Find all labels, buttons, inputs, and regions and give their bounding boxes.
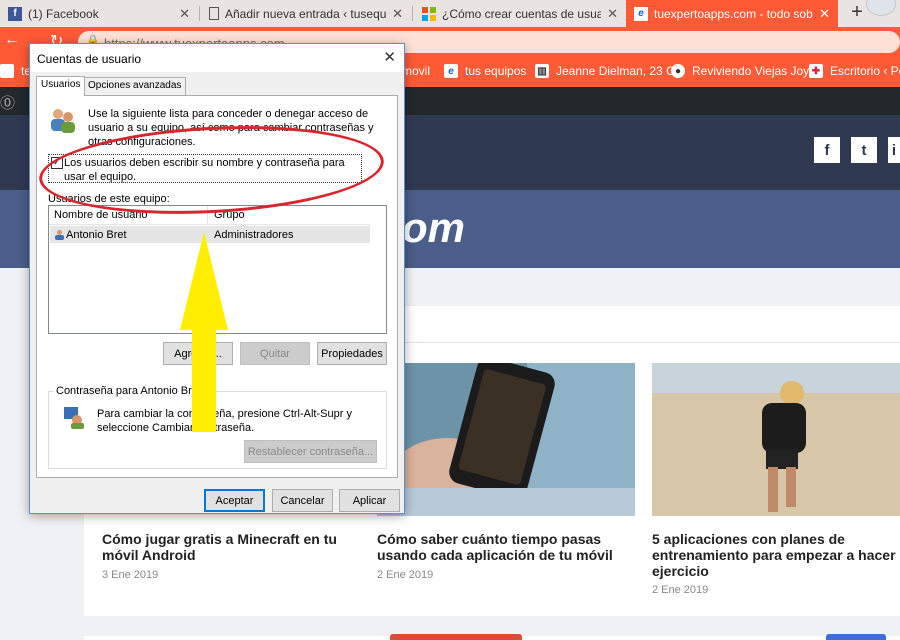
apply-button[interactable]: Aplicar	[339, 489, 400, 512]
bookmark-label: movil	[402, 64, 431, 78]
tab-opciones-avanzadas[interactable]: Opciones avanzadas	[83, 77, 187, 95]
page-icon	[209, 7, 219, 20]
bookmark-label: Reviviendo Viejas Joy	[692, 64, 810, 78]
bookmark-item[interactable]: ▥ Jeanne Dielman, 23 C	[535, 64, 675, 78]
facebook-icon[interactable]: f	[814, 137, 840, 163]
users-icon	[51, 109, 75, 133]
microsoft-icon	[422, 6, 436, 21]
bookmark-item[interactable]: ● Reviviendo Viejas Joy	[671, 64, 809, 78]
close-icon[interactable]: ✕	[819, 6, 830, 22]
dialog-titlebar[interactable]: Cuentas de usuario ✕	[30, 44, 404, 72]
ok-button[interactable]: Aceptar	[204, 489, 265, 512]
tab-title: tuexpertoapps.com - todo sobre	[654, 6, 814, 21]
browser-tab[interactable]: ¿Cómo crear cuentas de usuario ✕	[414, 0, 626, 27]
article-thumbnail-phone[interactable]	[377, 363, 635, 516]
article-thumbnail-beach[interactable]	[652, 363, 900, 516]
dialog-title: Cuentas de usuario	[37, 52, 142, 66]
bookmark-item[interactable]: e tus equipos	[444, 64, 526, 78]
category-tag	[390, 634, 522, 640]
record-icon: ●	[671, 64, 685, 78]
article-date: 2 Ene 2019	[652, 584, 709, 596]
site-logo-text: om	[402, 204, 465, 251]
browser-tab-active[interactable]: e tuexpertoapps.com - todo sobre ✕	[626, 0, 838, 27]
close-icon[interactable]: ✕	[179, 6, 190, 22]
remove-user-button[interactable]: Quitar	[240, 342, 310, 365]
tab-usuarios[interactable]: Usuarios	[36, 76, 86, 96]
properties-button[interactable]: Propiedades	[317, 342, 387, 365]
article-title[interactable]: Cómo jugar gratis a Minecraft en tu móvi…	[102, 531, 352, 563]
article-title[interactable]: 5 aplicaciones con planes de entrenamien…	[652, 531, 900, 579]
new-tab-button[interactable]: +	[846, 2, 868, 24]
profile-avatar[interactable]	[866, 0, 896, 16]
user-name: Antonio Bret	[66, 229, 127, 241]
close-icon[interactable]: ✕	[607, 6, 618, 22]
divider	[376, 342, 900, 343]
wordpress-icon[interactable]: ⓪	[0, 92, 15, 113]
article-date: 3 Ene 2019	[102, 569, 159, 581]
facebook-icon: f	[8, 6, 22, 21]
close-icon[interactable]: ✕	[392, 6, 403, 22]
puzzle-icon: ✚	[809, 64, 823, 78]
bookmark-icon	[0, 64, 14, 78]
browser-tab[interactable]: Añadir nueva entrada ‹ tusequipos ✕	[201, 0, 411, 27]
bookmark-item[interactable]: ✚ Escritorio ‹ Port	[809, 64, 900, 78]
twitter-icon[interactable]: t	[851, 137, 877, 163]
tab-divider	[199, 6, 200, 21]
cancel-button[interactable]: Cancelar	[272, 489, 333, 512]
user-icon	[55, 230, 64, 240]
highlight-arrow	[180, 232, 228, 432]
instagram-icon[interactable]: i	[888, 137, 900, 163]
tab-title: ¿Cómo crear cuentas de usuario	[442, 6, 602, 21]
building-icon: ▥	[535, 64, 549, 78]
back-icon[interactable]: ←	[4, 31, 20, 49]
reset-password-button[interactable]: Restablecer contraseña...	[244, 440, 377, 463]
article-title[interactable]: Cómo saber cuánto tiempo pasas usando ca…	[377, 531, 627, 563]
tab-title: (1) Facebook	[28, 6, 99, 21]
browser-tab[interactable]: f (1) Facebook ✕	[0, 0, 198, 27]
tab-title: Añadir nueva entrada ‹ tusequipos	[225, 6, 387, 21]
ie-icon: e	[444, 64, 458, 78]
bookmark-label: Jeanne Dielman, 23 C	[556, 64, 675, 78]
ie-icon: e	[634, 6, 648, 21]
password-instructions: Para cambiar la contraseña, presione Ctr…	[97, 408, 352, 434]
bookmark-label: tus equipos	[465, 64, 527, 78]
close-icon[interactable]: ✕	[383, 48, 396, 66]
bookmark-item[interactable]: movil	[402, 64, 430, 78]
user-password-icon	[64, 407, 84, 429]
category-tag	[826, 634, 886, 640]
bookmark-label: Escritorio ‹ Port	[830, 64, 900, 78]
tab-divider	[412, 6, 413, 21]
article-date: 2 Ene 2019	[377, 569, 434, 581]
browser-tab-strip: f (1) Facebook ✕ Añadir nueva entrada ‹ …	[0, 0, 900, 27]
